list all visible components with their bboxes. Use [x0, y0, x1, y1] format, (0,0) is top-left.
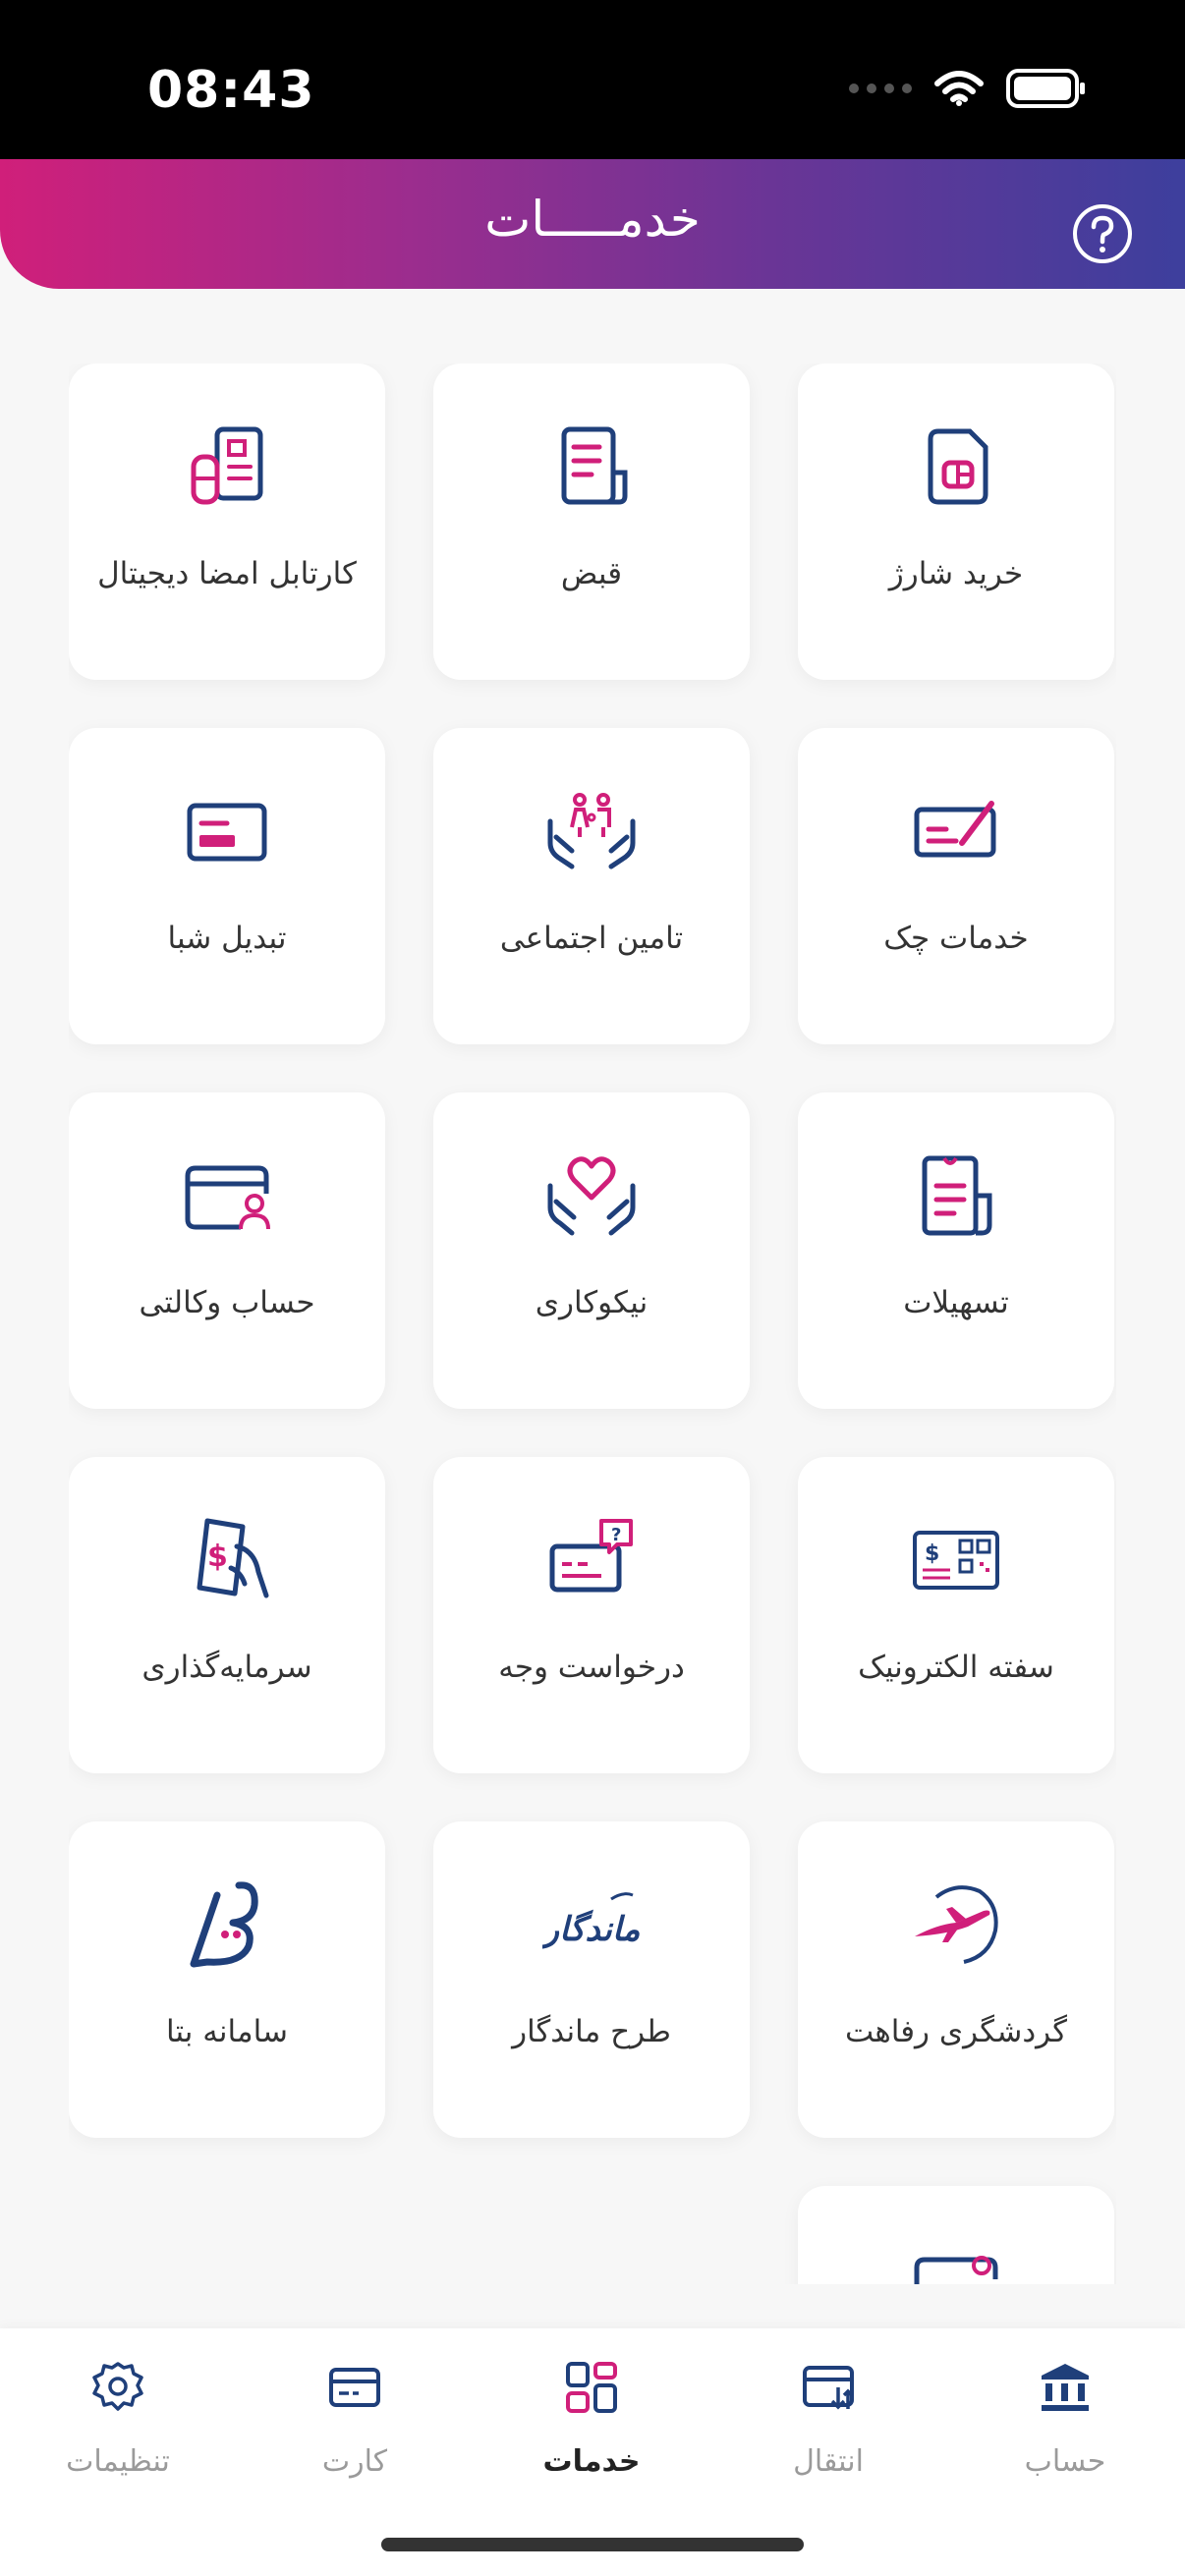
service-card[interactable]: خدمات چک	[798, 728, 1114, 1044]
service-card[interactable]: کارتابل امضا دیجیتال	[69, 364, 385, 680]
service-label: سامانه بتا	[166, 2014, 288, 2049]
tourism-icon	[915, 1885, 998, 1964]
service-label: قبض	[560, 556, 623, 591]
app-header: خدمـــــات	[0, 159, 1185, 289]
service-label: تامین اجتماعی	[499, 921, 684, 956]
tab-label: کارت	[321, 2444, 388, 2479]
electronic-promissory-icon: $	[913, 1531, 999, 1590]
services-grid: خرید شارژ قبض کارتابل امضا دیجیتال خدمات…	[69, 364, 1116, 2284]
tab-label: حساب	[1024, 2444, 1106, 2479]
service-label: سفته الکترونیک	[858, 1650, 1054, 1685]
page-title: خدمـــــات	[484, 191, 701, 248]
service-card[interactable]: قبض	[433, 364, 750, 680]
beta-logo-icon	[190, 1881, 258, 1968]
service-card[interactable]: تبدیل شبا	[69, 728, 385, 1044]
svg-text:ماندگار: ماندگار	[542, 1909, 640, 1949]
bank-icon	[1042, 2364, 1089, 2411]
svg-text:$: $	[925, 1541, 939, 1566]
service-card[interactable]: نیکوکاری	[433, 1092, 750, 1409]
card-icon	[329, 2368, 380, 2407]
tab-card[interactable]: کارت	[247, 2358, 463, 2495]
service-label: خدمات چک	[883, 921, 1029, 956]
social-security-icon	[547, 793, 636, 869]
facilities-icon	[922, 1155, 992, 1236]
help-icon	[1073, 204, 1132, 263]
sheba-card-icon	[187, 803, 267, 862]
tab-services[interactable]: خدمات	[483, 2358, 700, 2495]
money-request-icon: ?	[549, 1519, 633, 1593]
service-card[interactable]: $ سرمایه‌گذاری	[69, 1457, 385, 1773]
service-card[interactable]: $ سفته الکترونیک	[798, 1457, 1114, 1773]
proxy-account-icon	[185, 1165, 270, 1230]
service-card[interactable]: حساب وکالتی	[69, 1092, 385, 1409]
help-button[interactable]	[1071, 202, 1134, 265]
service-label: سرمایه‌گذاری	[141, 1650, 312, 1685]
status-time: 08:43	[147, 61, 315, 120]
service-card[interactable]: ? درخواست وجه	[433, 1457, 750, 1773]
tab-settings[interactable]: تنظیمات	[10, 2358, 226, 2495]
tab-label: خدمات	[542, 2444, 641, 2479]
service-label: گردشگری رفاهت	[844, 2014, 1067, 2049]
service-card[interactable]: گردشگری رفاهت	[798, 1821, 1114, 2138]
home-indicator[interactable]	[381, 2538, 804, 2551]
services-grid-icon	[566, 2362, 617, 2413]
transfer-icon	[803, 2366, 854, 2410]
sim-card-icon	[928, 428, 988, 505]
service-card[interactable]: خرید شارژ	[798, 364, 1114, 680]
tab-transfer[interactable]: انتقال	[720, 2358, 936, 2495]
service-label: کارتابل امضا دیجیتال	[97, 556, 357, 591]
service-label: حساب وکالتی	[139, 1285, 315, 1320]
bill-icon	[561, 426, 628, 505]
tab-account[interactable]: حساب	[957, 2358, 1173, 2495]
service-label: تبدیل شبا	[167, 921, 287, 956]
investment-icon: $	[197, 1518, 269, 1598]
svg-text:$: $	[207, 1540, 228, 1574]
charity-icon	[547, 1156, 636, 1236]
service-card[interactable]: تامین اجتماعی	[433, 728, 750, 1044]
mandegar-logo-icon: ماندگار	[542, 1892, 640, 1949]
service-label: خرید شارژ	[888, 556, 1024, 591]
service-label: تسهیلات	[903, 1285, 1009, 1320]
service-card[interactable]: سامانه بتا	[69, 1821, 385, 2138]
service-label: درخواست وجه	[498, 1650, 685, 1685]
tab-label: انتقال	[793, 2444, 864, 2479]
digital-signature-icon	[191, 426, 263, 505]
status-icons	[849, 69, 1087, 108]
battery-icon	[1006, 69, 1087, 108]
service-card-partial[interactable]	[798, 2186, 1114, 2284]
service-card[interactable]: تسهیلات	[798, 1092, 1114, 1409]
signal-icon	[849, 84, 912, 93]
tab-label: تنظیمات	[66, 2444, 170, 2479]
card-user-icon	[914, 2256, 998, 2284]
gear-icon	[92, 2362, 143, 2411]
cheque-icon	[914, 801, 996, 858]
svg-text:?: ?	[611, 1525, 621, 1545]
service-label: طرح ماندگار	[512, 2014, 671, 2049]
wifi-icon	[933, 70, 985, 107]
service-label: نیکوکاری	[535, 1285, 649, 1320]
service-card[interactable]: ماندگار طرح ماندگار	[433, 1821, 750, 2138]
status-bar: 08:43	[0, 0, 1185, 159]
